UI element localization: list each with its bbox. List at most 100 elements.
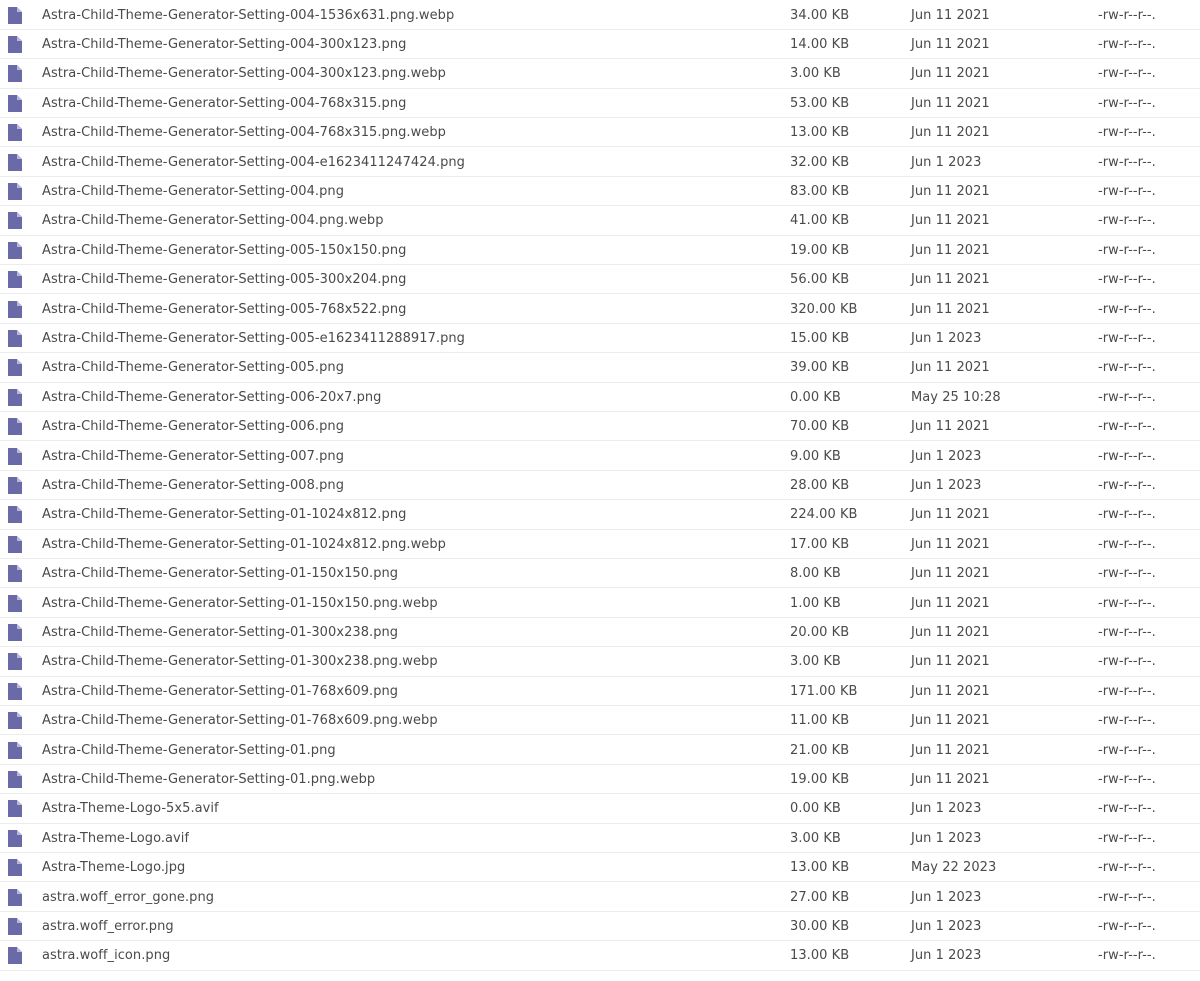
- file-name[interactable]: Astra-Child-Theme-Generator-Setting-01-1…: [42, 500, 406, 529]
- file-icon: [8, 594, 22, 612]
- file-name[interactable]: Astra-Child-Theme-Generator-Setting-007.…: [42, 442, 344, 471]
- file-name[interactable]: Astra-Child-Theme-Generator-Setting-01.p…: [42, 736, 336, 765]
- file-name[interactable]: Astra-Theme-Logo-5x5.avif: [42, 794, 219, 823]
- file-name[interactable]: astra.woff_error.png: [42, 912, 174, 941]
- file-date: Jun 11 2021: [911, 624, 990, 640]
- file-name[interactable]: Astra-Child-Theme-Generator-Setting-005-…: [42, 324, 465, 353]
- file-name[interactable]: Astra-Child-Theme-Generator-Setting-004-…: [42, 89, 406, 118]
- file-size: 224.00 KB: [790, 507, 858, 523]
- file-date: Jun 11 2021: [911, 360, 990, 376]
- file-size: 19.00 KB: [790, 771, 850, 787]
- file-row[interactable]: astra.woff_error.png 30.00 KB Jun 1 2023 -r…: [0, 912, 1200, 942]
- file-size: 27.00 KB: [790, 889, 850, 905]
- file-name[interactable]: Astra-Child-Theme-Generator-Setting-01-7…: [42, 706, 438, 735]
- file-name[interactable]: Astra-Child-Theme-Generator-Setting-004.…: [42, 206, 384, 235]
- file-row[interactable]: Astra-Child-Theme-Generator-Setting-01-7…: [0, 706, 1200, 736]
- file-name[interactable]: Astra-Child-Theme-Generator-Setting-01-1…: [42, 530, 446, 559]
- file-name[interactable]: Astra-Child-Theme-Generator-Setting-004-…: [42, 1, 454, 30]
- file-row[interactable]: Astra-Child-Theme-Generator-Setting-004-…: [0, 1, 1200, 30]
- file-date: Jun 11 2021: [911, 272, 990, 288]
- file-row[interactable]: Astra-Child-Theme-Generator-Setting-004-…: [0, 89, 1200, 119]
- file-row[interactable]: Astra-Child-Theme-Generator-Setting-007.…: [0, 442, 1200, 471]
- file-name[interactable]: Astra-Child-Theme-Generator-Setting-006-…: [42, 383, 381, 412]
- file-row[interactable]: Astra-Child-Theme-Generator-Setting-004.…: [0, 177, 1200, 207]
- file-size: 8.00 KB: [790, 566, 841, 582]
- file-permissions: -rw-r--r--.: [1098, 419, 1156, 435]
- file-icon: [8, 6, 22, 24]
- file-date: Jun 1 2023: [911, 330, 982, 346]
- file-name[interactable]: Astra-Child-Theme-Generator-Setting-01-7…: [42, 677, 398, 706]
- file-name[interactable]: Astra-Child-Theme-Generator-Setting-01-3…: [42, 618, 398, 647]
- file-name[interactable]: astra.woff_icon.png: [42, 941, 170, 970]
- file-permissions: -rw-r--r--.: [1098, 566, 1156, 582]
- file-row[interactable]: Astra-Theme-Logo-5x5.avif 0.00 KB Jun 1 20…: [0, 794, 1200, 824]
- file-row[interactable]: Astra-Child-Theme-Generator-Setting-01-1…: [0, 559, 1200, 589]
- file-name[interactable]: Astra-Child-Theme-Generator-Setting-004-…: [42, 59, 446, 88]
- file-icon: [8, 506, 22, 524]
- file-icon: [8, 565, 22, 583]
- file-permissions: -rw-r--r--.: [1098, 477, 1156, 493]
- file-icon: [8, 800, 22, 818]
- file-name[interactable]: Astra-Child-Theme-Generator-Setting-004-…: [42, 118, 446, 147]
- file-icon: [8, 447, 22, 465]
- file-name[interactable]: Astra-Child-Theme-Generator-Setting-004-…: [42, 148, 465, 177]
- file-permissions: -rw-r--r--.: [1098, 125, 1156, 141]
- file-row[interactable]: Astra-Child-Theme-Generator-Setting-01-3…: [0, 618, 1200, 648]
- file-name[interactable]: Astra-Child-Theme-Generator-Setting-005-…: [42, 295, 406, 324]
- file-name[interactable]: Astra-Child-Theme-Generator-Setting-01.p…: [42, 765, 375, 794]
- file-name[interactable]: Astra-Child-Theme-Generator-Setting-006.…: [42, 412, 344, 441]
- file-icon: [8, 770, 22, 788]
- file-name[interactable]: Astra-Theme-Logo.jpg: [42, 853, 185, 882]
- file-name[interactable]: Astra-Child-Theme-Generator-Setting-008.…: [42, 471, 344, 500]
- file-row[interactable]: Astra-Child-Theme-Generator-Setting-01.p…: [0, 736, 1200, 765]
- file-icon: [8, 917, 22, 935]
- file-icon: [8, 212, 22, 230]
- file-row[interactable]: Astra-Child-Theme-Generator-Setting-01-3…: [0, 647, 1200, 677]
- file-row[interactable]: Astra-Child-Theme-Generator-Setting-005.…: [0, 353, 1200, 383]
- file-row[interactable]: Astra-Child-Theme-Generator-Setting-004-…: [0, 118, 1200, 148]
- file-permissions: -rw-r--r--.: [1098, 66, 1156, 82]
- file-permissions: -rw-r--r--.: [1098, 389, 1156, 405]
- file-date: Jun 1 2023: [911, 918, 982, 934]
- file-row[interactable]: Astra-Theme-Logo.avif 3.00 KB Jun 1 2023 -r…: [0, 824, 1200, 854]
- file-date: Jun 11 2021: [911, 125, 990, 141]
- file-name[interactable]: Astra-Child-Theme-Generator-Setting-004.…: [42, 177, 344, 206]
- file-name[interactable]: Astra-Child-Theme-Generator-Setting-005.…: [42, 353, 344, 382]
- file-date: Jun 11 2021: [911, 771, 990, 787]
- file-name[interactable]: Astra-Child-Theme-Generator-Setting-01-3…: [42, 647, 438, 676]
- file-date: Jun 11 2021: [911, 595, 990, 611]
- file-row[interactable]: Astra-Child-Theme-Generator-Setting-004.…: [0, 206, 1200, 236]
- file-size: 171.00 KB: [790, 683, 858, 699]
- file-row[interactable]: Astra-Child-Theme-Generator-Setting-005-…: [0, 295, 1200, 324]
- file-row[interactable]: Astra-Child-Theme-Generator-Setting-01-1…: [0, 530, 1200, 560]
- file-row[interactable]: Astra-Theme-Logo.jpg 13.00 KB May 22 2023 -…: [0, 853, 1200, 883]
- file-row[interactable]: Astra-Child-Theme-Generator-Setting-006.…: [0, 412, 1200, 442]
- file-name[interactable]: Astra-Child-Theme-Generator-Setting-005-…: [42, 265, 406, 294]
- file-size: 70.00 KB: [790, 419, 850, 435]
- file-row[interactable]: Astra-Child-Theme-Generator-Setting-005-…: [0, 265, 1200, 295]
- file-row[interactable]: Astra-Child-Theme-Generator-Setting-01-1…: [0, 589, 1200, 618]
- file-row[interactable]: Astra-Child-Theme-Generator-Setting-01-7…: [0, 677, 1200, 707]
- file-row[interactable]: Astra-Child-Theme-Generator-Setting-008.…: [0, 471, 1200, 501]
- file-size: 34.00 KB: [790, 7, 850, 23]
- file-name[interactable]: astra.woff_error_gone.png: [42, 883, 214, 912]
- file-row[interactable]: Astra-Child-Theme-Generator-Setting-004-…: [0, 59, 1200, 89]
- file-permissions: -rw-r--r--.: [1098, 301, 1156, 317]
- file-name[interactable]: Astra-Child-Theme-Generator-Setting-01-1…: [42, 589, 438, 618]
- file-row[interactable]: Astra-Child-Theme-Generator-Setting-01-1…: [0, 500, 1200, 530]
- file-row[interactable]: Astra-Child-Theme-Generator-Setting-006-…: [0, 383, 1200, 413]
- file-name[interactable]: Astra-Child-Theme-Generator-Setting-005-…: [42, 236, 406, 265]
- file-size: 39.00 KB: [790, 360, 850, 376]
- file-name[interactable]: Astra-Child-Theme-Generator-Setting-004-…: [42, 30, 406, 59]
- file-date: Jun 11 2021: [911, 507, 990, 523]
- file-row[interactable]: Astra-Child-Theme-Generator-Setting-004-…: [0, 148, 1200, 177]
- file-row[interactable]: astra.woff_error_gone.png 27.00 KB Jun 1 2…: [0, 883, 1200, 912]
- file-row[interactable]: Astra-Child-Theme-Generator-Setting-005-…: [0, 324, 1200, 354]
- file-row[interactable]: Astra-Child-Theme-Generator-Setting-005-…: [0, 236, 1200, 266]
- file-row[interactable]: astra.woff_icon.png 13.00 KB Jun 1 2023 -rw…: [0, 941, 1200, 971]
- file-name[interactable]: Astra-Child-Theme-Generator-Setting-01-1…: [42, 559, 398, 588]
- file-name[interactable]: Astra-Theme-Logo.avif: [42, 824, 189, 853]
- file-row[interactable]: Astra-Child-Theme-Generator-Setting-01.p…: [0, 765, 1200, 795]
- file-date: Jun 11 2021: [911, 95, 990, 111]
- file-row[interactable]: Astra-Child-Theme-Generator-Setting-004-…: [0, 30, 1200, 60]
